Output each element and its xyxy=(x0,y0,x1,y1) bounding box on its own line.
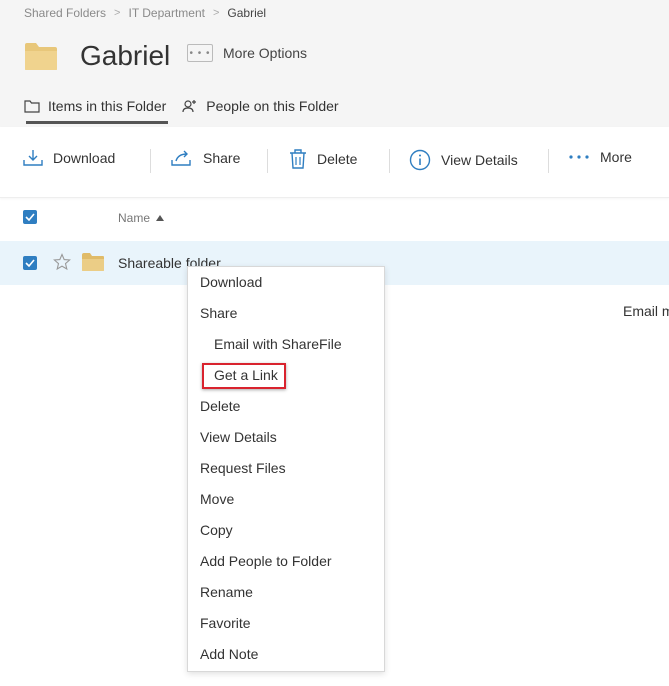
menu-item-delete[interactable]: Delete xyxy=(200,396,240,416)
tab-label: People on this Folder xyxy=(206,98,339,114)
ellipsis-icon: • • • xyxy=(187,44,213,62)
context-menu: Download Share Email with ShareFile Get … xyxy=(187,266,385,672)
info-icon xyxy=(409,149,431,171)
toolbar-divider xyxy=(389,149,390,173)
menu-item-add-note[interactable]: Add Note xyxy=(200,644,258,664)
name-column-label: Name xyxy=(118,211,151,225)
menu-item-copy[interactable]: Copy xyxy=(200,520,233,540)
more-options-label: More Options xyxy=(223,45,308,61)
more-label: More xyxy=(600,149,632,165)
breadcrumb-separator: > xyxy=(114,7,121,19)
action-toolbar: Download Share Delete View Details More xyxy=(0,127,669,198)
menu-item-rename[interactable]: Rename xyxy=(200,582,253,602)
menu-item-request-files[interactable]: Request Files xyxy=(200,458,286,478)
download-button[interactable]: Download xyxy=(23,149,115,167)
more-button[interactable]: More xyxy=(568,149,632,165)
person-add-icon xyxy=(182,100,197,113)
toolbar-divider xyxy=(548,149,549,173)
active-tab-indicator xyxy=(26,121,168,124)
download-label: Download xyxy=(53,150,116,166)
menu-item-add-people-to-folder[interactable]: Add People to Folder xyxy=(200,551,332,571)
menu-item-get-a-link[interactable]: Get a Link xyxy=(214,365,278,385)
truncated-email-text: Email m xyxy=(623,303,669,319)
toolbar-divider xyxy=(150,149,151,173)
menu-item-favorite[interactable]: Favorite xyxy=(200,613,251,633)
download-icon xyxy=(23,150,43,166)
menu-item-email-with-sharefile[interactable]: Email with ShareFile xyxy=(214,334,342,354)
row-checkbox[interactable] xyxy=(23,256,37,270)
list-column-header: Name xyxy=(0,198,669,240)
delete-button[interactable]: Delete xyxy=(289,149,357,169)
checkmark-icon xyxy=(25,213,35,221)
select-all-checkbox[interactable] xyxy=(23,210,37,224)
breadcrumb-item-it-department[interactable]: IT Department xyxy=(128,6,204,20)
menu-item-download[interactable]: Download xyxy=(200,272,262,292)
share-label: Share xyxy=(203,150,241,166)
breadcrumb-item-shared-folders[interactable]: Shared Folders xyxy=(24,6,106,20)
tab-label: Items in this Folder xyxy=(48,98,167,114)
breadcrumb: Shared Folders > IT Department > Gabriel xyxy=(24,5,266,21)
more-options-button[interactable]: • • • More Options xyxy=(187,44,307,62)
share-button[interactable]: Share xyxy=(171,149,240,167)
folder-icon xyxy=(25,43,57,70)
menu-item-view-details[interactable]: View Details xyxy=(200,427,277,447)
menu-item-move[interactable]: Move xyxy=(200,489,234,509)
folder-icon xyxy=(82,253,104,271)
name-column-header[interactable]: Name xyxy=(118,211,165,225)
tab-bar: Items in this Folder People on this Fold… xyxy=(24,96,339,116)
sort-ascending-icon xyxy=(156,215,165,221)
tab-people-on-folder[interactable]: People on this Folder xyxy=(182,96,339,116)
star-icon[interactable] xyxy=(53,253,71,271)
ellipsis-icon xyxy=(569,155,589,159)
page-title: Gabriel xyxy=(80,40,171,71)
breadcrumb-separator: > xyxy=(212,7,220,19)
title-row: Gabriel xyxy=(24,38,170,74)
breadcrumb-item-current: Gabriel xyxy=(227,6,267,20)
view-details-button[interactable]: View Details xyxy=(409,149,518,171)
view-details-label: View Details xyxy=(441,152,518,168)
folder-outline-icon xyxy=(24,100,40,113)
toolbar-divider xyxy=(267,149,268,173)
trash-icon xyxy=(290,149,306,169)
folder-header: Shared Folders > IT Department > Gabriel… xyxy=(0,0,669,127)
delete-label: Delete xyxy=(317,151,358,167)
tab-items-in-folder[interactable]: Items in this Folder xyxy=(24,96,166,116)
checkmark-icon xyxy=(25,259,35,267)
share-icon xyxy=(171,150,191,166)
menu-item-share[interactable]: Share xyxy=(200,303,237,323)
